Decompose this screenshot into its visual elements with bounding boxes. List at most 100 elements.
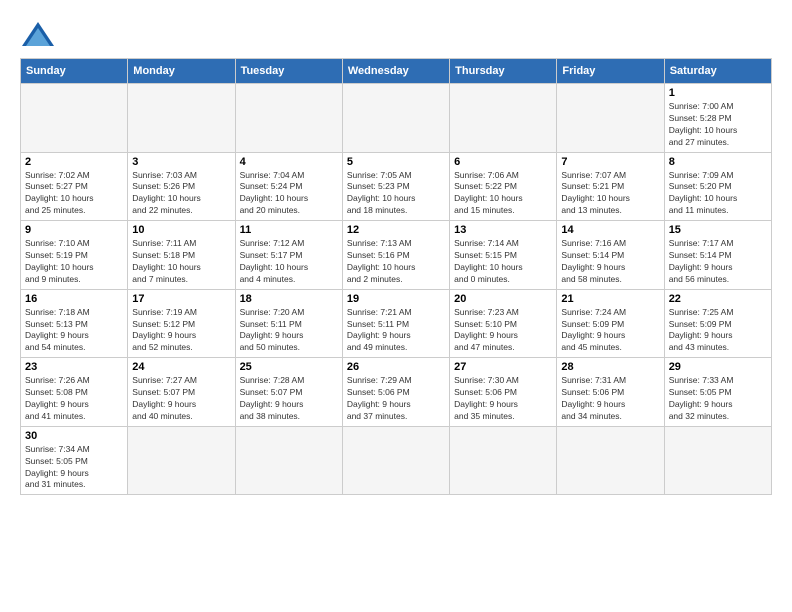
calendar-cell: 5 Sunrise: 7:05 AM Sunset: 5:23 PM Daylig… [342, 152, 449, 221]
calendar-cell: 19 Sunrise: 7:21 AM Sunset: 5:11 PM Dayli… [342, 289, 449, 358]
day-number: 14 [561, 224, 659, 236]
calendar-week-1: 1 Sunrise: 7:00 AM Sunset: 5:28 PM Daylig… [21, 84, 772, 153]
day-header-tuesday: Tuesday [235, 59, 342, 84]
day-number: 19 [347, 293, 445, 305]
day-number: 29 [669, 361, 767, 373]
page-header [20, 20, 772, 48]
calendar-week-4: 16Sunrise: 7:18 AM Sunset: 5:13 PM Dayli… [21, 289, 772, 358]
calendar-cell: 13Sunrise: 7:14 AM Sunset: 5:15 PM Dayli… [450, 221, 557, 290]
day-number: 11 [240, 224, 338, 236]
calendar-cell [342, 426, 449, 495]
calendar-cell: 2Sunrise: 7:02 AM Sunset: 5:27 PM Daylig… [21, 152, 128, 221]
day-number: 1 [669, 87, 767, 99]
day-number: 20 [454, 293, 552, 305]
day-info: Sunrise: 7:05 AM Sunset: 5:23 PM Dayligh… [347, 170, 445, 218]
day-info: Sunrise: 7:34 AM Sunset: 5:05 PM Dayligh… [25, 444, 123, 492]
day-header-friday: Friday [557, 59, 664, 84]
calendar-cell: 17 Sunrise: 7:19 AM Sunset: 5:12 PM Dayli… [128, 289, 235, 358]
calendar-header-row: SundayMondayTuesdayWednesdayThursdayFrid… [21, 59, 772, 84]
day-number: 9 [25, 224, 123, 236]
calendar-cell [557, 426, 664, 495]
day-number: 7 [561, 156, 659, 168]
day-header-monday: Monday [128, 59, 235, 84]
calendar-cell [557, 84, 664, 153]
day-info: Sunrise: 7:24 AM Sunset: 5:09 PM Dayligh… [561, 307, 659, 355]
calendar-cell: 30Sunrise: 7:34 AM Sunset: 5:05 PM Dayli… [21, 426, 128, 495]
day-number: 15 [669, 224, 767, 236]
calendar-cell: 21 Sunrise: 7:24 AM Sunset: 5:09 PM Dayli… [557, 289, 664, 358]
calendar-cell: 11 Sunrise: 7:12 AM Sunset: 5:17 PM Dayli… [235, 221, 342, 290]
day-header-sunday: Sunday [21, 59, 128, 84]
day-number: 12 [347, 224, 445, 236]
calendar-cell: 7 Sunrise: 7:07 AM Sunset: 5:21 PM Daylig… [557, 152, 664, 221]
day-info: Sunrise: 7:06 AM Sunset: 5:22 PM Dayligh… [454, 170, 552, 218]
day-number: 26 [347, 361, 445, 373]
calendar-cell: 14Sunrise: 7:16 AM Sunset: 5:14 PM Dayli… [557, 221, 664, 290]
day-number: 5 [347, 156, 445, 168]
day-info: Sunrise: 7:12 AM Sunset: 5:17 PM Dayligh… [240, 238, 338, 286]
day-number: 8 [669, 156, 767, 168]
day-number: 23 [25, 361, 123, 373]
calendar-week-2: 2Sunrise: 7:02 AM Sunset: 5:27 PM Daylig… [21, 152, 772, 221]
calendar-cell: 23 Sunrise: 7:26 AM Sunset: 5:08 PM Dayli… [21, 358, 128, 427]
day-info: Sunrise: 7:13 AM Sunset: 5:16 PM Dayligh… [347, 238, 445, 286]
day-info: Sunrise: 7:00 AM Sunset: 5:28 PM Dayligh… [669, 101, 767, 149]
calendar-cell: 6Sunrise: 7:06 AM Sunset: 5:22 PM Daylig… [450, 152, 557, 221]
day-number: 18 [240, 293, 338, 305]
calendar-cell [342, 84, 449, 153]
calendar-cell: 1 Sunrise: 7:00 AM Sunset: 5:28 PM Daylig… [664, 84, 771, 153]
calendar-cell: 29Sunrise: 7:33 AM Sunset: 5:05 PM Dayli… [664, 358, 771, 427]
calendar-cell: 24Sunrise: 7:27 AM Sunset: 5:07 PM Dayli… [128, 358, 235, 427]
day-number: 17 [132, 293, 230, 305]
day-info: Sunrise: 7:26 AM Sunset: 5:08 PM Dayligh… [25, 375, 123, 423]
day-info: Sunrise: 7:02 AM Sunset: 5:27 PM Dayligh… [25, 170, 123, 218]
day-info: Sunrise: 7:11 AM Sunset: 5:18 PM Dayligh… [132, 238, 230, 286]
day-info: Sunrise: 7:31 AM Sunset: 5:06 PM Dayligh… [561, 375, 659, 423]
day-number: 25 [240, 361, 338, 373]
calendar-cell: 3 Sunrise: 7:03 AM Sunset: 5:26 PM Daylig… [128, 152, 235, 221]
day-info: Sunrise: 7:27 AM Sunset: 5:07 PM Dayligh… [132, 375, 230, 423]
calendar-cell: 26Sunrise: 7:29 AM Sunset: 5:06 PM Dayli… [342, 358, 449, 427]
calendar: SundayMondayTuesdayWednesdayThursdayFrid… [20, 58, 772, 495]
day-info: Sunrise: 7:30 AM Sunset: 5:06 PM Dayligh… [454, 375, 552, 423]
day-number: 3 [132, 156, 230, 168]
calendar-cell [664, 426, 771, 495]
day-info: Sunrise: 7:04 AM Sunset: 5:24 PM Dayligh… [240, 170, 338, 218]
day-info: Sunrise: 7:19 AM Sunset: 5:12 PM Dayligh… [132, 307, 230, 355]
day-number: 22 [669, 293, 767, 305]
day-info: Sunrise: 7:28 AM Sunset: 5:07 PM Dayligh… [240, 375, 338, 423]
day-info: Sunrise: 7:07 AM Sunset: 5:21 PM Dayligh… [561, 170, 659, 218]
calendar-cell: 28 Sunrise: 7:31 AM Sunset: 5:06 PM Dayli… [557, 358, 664, 427]
calendar-cell [235, 426, 342, 495]
calendar-cell: 20 Sunrise: 7:23 AM Sunset: 5:10 PM Dayli… [450, 289, 557, 358]
day-info: Sunrise: 7:23 AM Sunset: 5:10 PM Dayligh… [454, 307, 552, 355]
logo-icon [20, 20, 56, 48]
day-number: 28 [561, 361, 659, 373]
calendar-week-6: 30Sunrise: 7:34 AM Sunset: 5:05 PM Dayli… [21, 426, 772, 495]
calendar-cell: 9 Sunrise: 7:10 AM Sunset: 5:19 PM Daylig… [21, 221, 128, 290]
day-info: Sunrise: 7:18 AM Sunset: 5:13 PM Dayligh… [25, 307, 123, 355]
calendar-cell: 15 Sunrise: 7:17 AM Sunset: 5:14 PM Dayli… [664, 221, 771, 290]
day-info: Sunrise: 7:25 AM Sunset: 5:09 PM Dayligh… [669, 307, 767, 355]
day-number: 10 [132, 224, 230, 236]
calendar-cell [450, 426, 557, 495]
calendar-cell: 10 Sunrise: 7:11 AM Sunset: 5:18 PM Dayli… [128, 221, 235, 290]
day-number: 21 [561, 293, 659, 305]
day-info: Sunrise: 7:10 AM Sunset: 5:19 PM Dayligh… [25, 238, 123, 286]
day-info: Sunrise: 7:21 AM Sunset: 5:11 PM Dayligh… [347, 307, 445, 355]
calendar-week-5: 23 Sunrise: 7:26 AM Sunset: 5:08 PM Dayli… [21, 358, 772, 427]
day-info: Sunrise: 7:17 AM Sunset: 5:14 PM Dayligh… [669, 238, 767, 286]
calendar-cell [128, 426, 235, 495]
calendar-cell: 27 Sunrise: 7:30 AM Sunset: 5:06 PM Dayli… [450, 358, 557, 427]
day-header-wednesday: Wednesday [342, 59, 449, 84]
calendar-cell: 8 Sunrise: 7:09 AM Sunset: 5:20 PM Daylig… [664, 152, 771, 221]
calendar-cell [21, 84, 128, 153]
calendar-cell: 16Sunrise: 7:18 AM Sunset: 5:13 PM Dayli… [21, 289, 128, 358]
day-info: Sunrise: 7:03 AM Sunset: 5:26 PM Dayligh… [132, 170, 230, 218]
calendar-cell: 22 Sunrise: 7:25 AM Sunset: 5:09 PM Dayli… [664, 289, 771, 358]
calendar-cell [128, 84, 235, 153]
day-number: 4 [240, 156, 338, 168]
calendar-cell: 25 Sunrise: 7:28 AM Sunset: 5:07 PM Dayli… [235, 358, 342, 427]
day-number: 27 [454, 361, 552, 373]
day-info: Sunrise: 7:09 AM Sunset: 5:20 PM Dayligh… [669, 170, 767, 218]
